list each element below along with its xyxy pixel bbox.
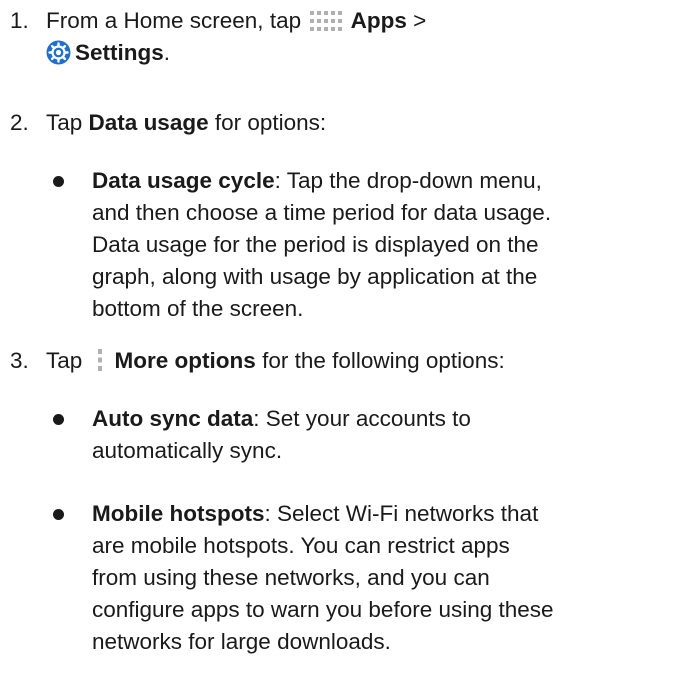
bullet-line: Mobile hotspots: Select Wi-Fi networks t… bbox=[92, 498, 680, 530]
bullet-title: Data usage cycle bbox=[92, 168, 275, 193]
bullet-line: networks for large downloads. bbox=[92, 629, 391, 654]
bullet-line: bottom of the screen. bbox=[92, 296, 304, 321]
bullet-line: Data usage cycle: Tap the drop-down menu… bbox=[92, 165, 680, 197]
apps-grid-icon bbox=[309, 9, 343, 32]
step-3: 3. Tap More options for the following op… bbox=[0, 345, 680, 377]
bullet-desc: : Select Wi-Fi networks that bbox=[264, 501, 539, 526]
bullet-dot bbox=[53, 509, 64, 520]
more-options-label: More options bbox=[114, 348, 256, 373]
bullet-line: from using these networks, and you can bbox=[92, 565, 490, 590]
bullet-title: Auto sync data bbox=[92, 406, 254, 431]
step-1-tail: . bbox=[163, 40, 171, 65]
step-number: 2. bbox=[10, 110, 29, 135]
settings-gear-icon bbox=[46, 40, 71, 65]
more-options-icon bbox=[95, 348, 105, 372]
bullet-line: and then choose a time period for data u… bbox=[92, 200, 552, 225]
bullet-desc: : Tap the drop-down menu, bbox=[274, 168, 542, 193]
apps-label: Apps bbox=[350, 8, 407, 33]
step-number: 1. bbox=[10, 8, 29, 33]
step-3-text-a: Tap bbox=[46, 348, 83, 373]
bullet-desc: : Set your accounts to bbox=[253, 406, 471, 431]
step-2-text-a: Tap bbox=[46, 110, 83, 135]
step-1: 1. From a Home screen, tap Apps > Settin… bbox=[0, 5, 680, 69]
bullet-mobile-hotspots: Mobile hotspots: Select Wi-Fi networks t… bbox=[40, 498, 680, 658]
step-1-text: From a Home screen, tap bbox=[46, 8, 302, 33]
bullet-line: Auto sync data: Set your accounts to bbox=[92, 403, 680, 435]
step-number: 3. bbox=[10, 348, 29, 373]
settings-label: Settings bbox=[75, 40, 164, 65]
step-2: 2. Tap Data usage for options: bbox=[0, 107, 680, 139]
step-1-line-2: Settings. bbox=[46, 37, 680, 69]
bullet-line: automatically sync. bbox=[92, 438, 283, 463]
bullet-line: Data usage for the period is displayed o… bbox=[92, 232, 539, 257]
data-usage-label: Data usage bbox=[88, 110, 209, 135]
step-2-text-b: for options: bbox=[214, 110, 327, 135]
bullet-dot bbox=[53, 176, 64, 187]
bullet-auto-sync-data: Auto sync data: Set your accounts to aut… bbox=[40, 403, 680, 467]
step-3-line: Tap More options for the following optio… bbox=[46, 345, 680, 377]
step-2-line: Tap Data usage for options: bbox=[46, 107, 680, 139]
step-1-line-1: From a Home screen, tap Apps > bbox=[46, 5, 680, 37]
bullet-line: graph, along with usage by application a… bbox=[92, 264, 538, 289]
bullet-line: configure apps to warn you before using … bbox=[92, 597, 554, 622]
bullet-dot bbox=[53, 414, 64, 425]
bullet-title: Mobile hotspots bbox=[92, 501, 265, 526]
bullet-line: are mobile hotspots. You can restrict ap… bbox=[92, 533, 510, 558]
menu-separator: > bbox=[413, 8, 427, 33]
bullet-data-usage-cycle: Data usage cycle: Tap the drop-down menu… bbox=[40, 165, 680, 325]
step-3-text-b: for the following options: bbox=[262, 348, 505, 373]
